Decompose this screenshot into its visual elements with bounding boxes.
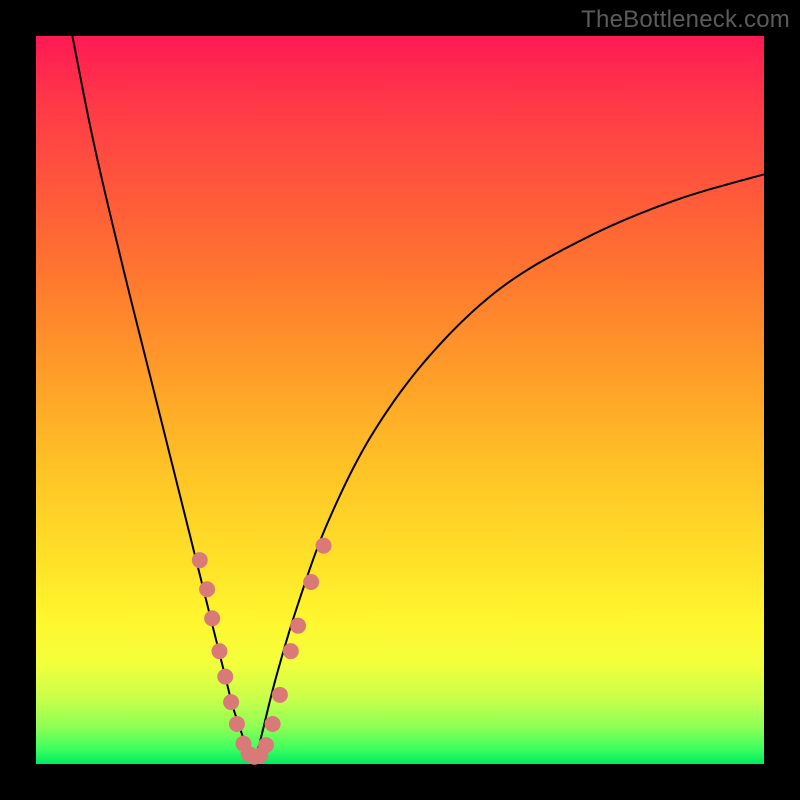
data-marker	[303, 574, 319, 590]
plot-gradient-area	[36, 36, 764, 764]
data-marker	[217, 669, 233, 685]
bottleneck-curve-right	[254, 174, 764, 764]
marker-cluster	[192, 538, 332, 765]
data-marker	[316, 538, 332, 554]
data-marker	[204, 610, 220, 626]
data-marker	[283, 643, 299, 659]
data-marker	[258, 737, 274, 753]
data-marker	[211, 643, 227, 659]
data-marker	[199, 581, 215, 597]
watermark-text: TheBottleneck.com	[581, 6, 790, 34]
data-marker	[229, 716, 245, 732]
data-marker	[265, 716, 281, 732]
data-marker	[192, 552, 208, 568]
bottleneck-curve-left	[72, 36, 254, 764]
chart-frame: TheBottleneck.com	[0, 0, 800, 800]
data-marker	[223, 694, 239, 710]
data-marker	[290, 618, 306, 634]
data-marker	[272, 687, 288, 703]
curve-layer	[36, 36, 764, 764]
